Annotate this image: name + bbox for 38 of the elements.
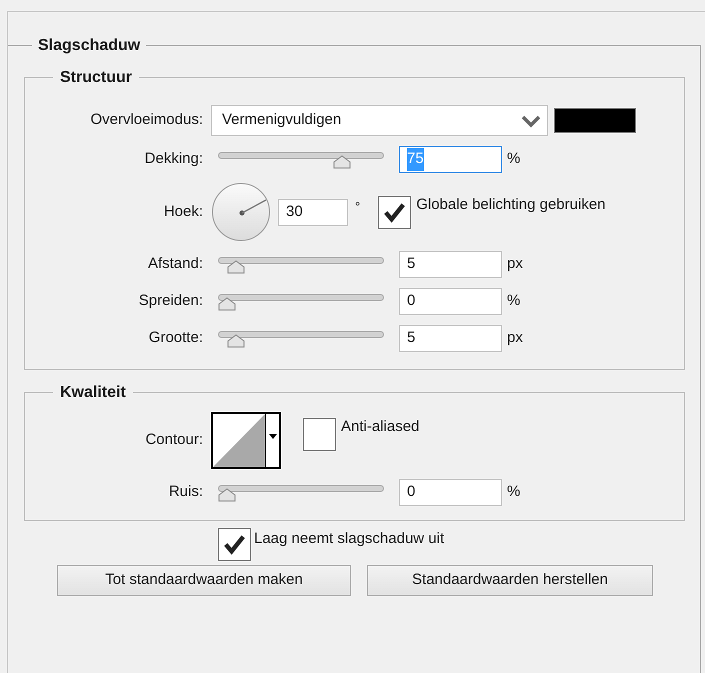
unit-label: ° xyxy=(355,198,360,216)
field-label: Grootte: xyxy=(148,328,203,348)
field-label: Hoek: xyxy=(162,202,203,222)
input-field[interactable]: 5 xyxy=(399,325,502,352)
field-label: Ruis: xyxy=(168,482,203,502)
input-field[interactable]: 0 xyxy=(399,288,502,315)
checkbox-label: Anti-aliased xyxy=(341,417,420,437)
field-label: Dekking: xyxy=(144,149,203,170)
slider-thumb[interactable] xyxy=(226,260,245,274)
field-label: Contour: xyxy=(144,430,203,450)
field-label: Afstand: xyxy=(146,254,203,274)
checkbox[interactable] xyxy=(303,418,336,451)
unit-label: px xyxy=(507,254,523,274)
unit-label: % xyxy=(507,291,520,312)
field-label: Overvloeimodus: xyxy=(89,110,203,130)
slider-thumb[interactable] xyxy=(226,334,245,348)
chevron-down-icon xyxy=(521,114,541,128)
slider-thumb[interactable] xyxy=(333,155,352,169)
checkbox-label: Globale belichting gebruiken xyxy=(416,195,606,215)
dial-needle-icon xyxy=(239,198,267,216)
input-field[interactable]: 5 xyxy=(399,251,502,278)
input-field[interactable]: 0 xyxy=(399,479,502,506)
caret-icon xyxy=(268,434,276,439)
button[interactable]: Standaardwaarden herstellen xyxy=(367,565,653,596)
unit-label: px xyxy=(507,328,523,348)
input-field[interactable]: 30 xyxy=(278,198,348,226)
button[interactable]: Tot standaardwaarden maken xyxy=(57,565,351,596)
dropdown[interactable]: Vermenigvuldigen xyxy=(211,105,548,136)
contour-picker[interactable] xyxy=(211,412,281,469)
unit-label: % xyxy=(507,482,520,502)
checkbox-label: Laag neemt slagschaduw uit xyxy=(254,529,444,549)
checkbox[interactable] xyxy=(218,528,251,561)
slider-thumb[interactable] xyxy=(218,297,236,311)
slider-thumb[interactable] xyxy=(218,488,236,502)
color-swatch[interactable] xyxy=(554,108,636,133)
field-label: Spreiden: xyxy=(138,291,203,312)
unit-label: % xyxy=(507,149,520,170)
checkbox[interactable] xyxy=(378,196,412,228)
